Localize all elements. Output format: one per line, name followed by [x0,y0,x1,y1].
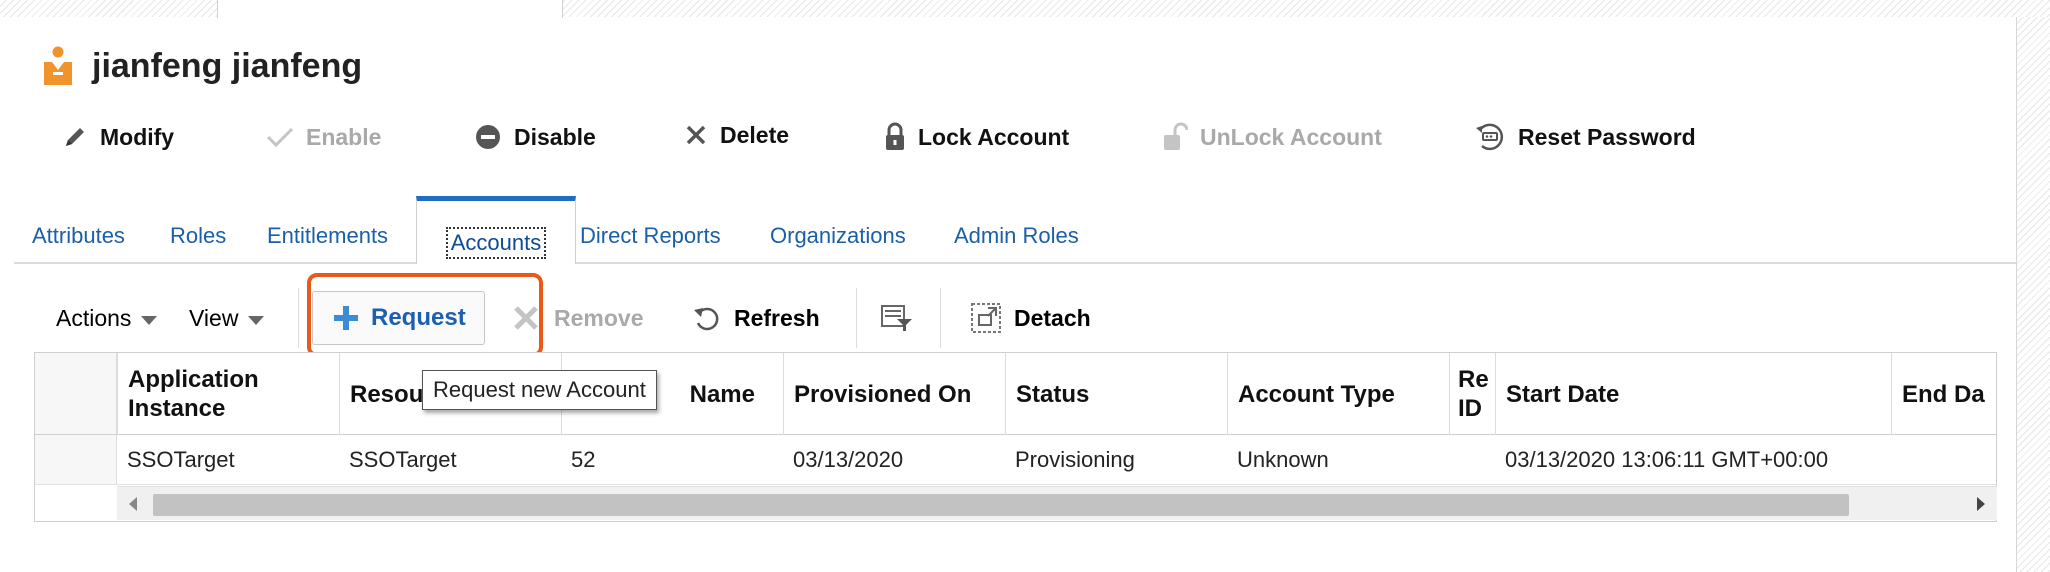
horizontal-scrollbar[interactable] [117,486,1997,520]
scroll-right-icon[interactable] [1977,497,1985,511]
request-highlight [307,273,543,357]
filter-icon [881,305,912,331]
toolbar-divider [856,288,857,348]
scroll-left-icon[interactable] [129,497,137,511]
chevron-down-icon [248,315,265,325]
row-selector[interactable] [35,435,117,484]
query-by-example-button[interactable] [880,288,914,348]
reset-password-button[interactable]: Reset Password [1474,120,1696,154]
cell-re-id [1449,435,1495,485]
cell-account-type: Unknown [1237,447,1329,472]
column-header-status[interactable]: Status [1005,353,1227,435]
header: jianfeng jianfeng [42,44,362,88]
accounts-table: Application Instance Resou Name Provision… [34,352,1997,522]
cell-application-instance: SSOTarget [127,447,235,472]
tab-bar: Attributes Roles Entitlements Accounts D… [14,196,2016,264]
detach-button[interactable]: Detach [970,288,1091,348]
scrollbar-thumb[interactable] [153,494,1849,516]
refresh-button[interactable]: Refresh [692,288,820,348]
cell-provisioned-on: 03/13/2020 [793,447,904,472]
cell-name: 52 [571,447,596,472]
person-icon [44,46,72,85]
tab-admin-roles[interactable]: Admin Roles [954,216,1079,256]
tab-direct-reports[interactable]: Direct Reports [580,216,721,256]
modify-button[interactable]: Modify [62,120,174,154]
table-row[interactable]: SSOTarget SSOTarget 52 03/13/2020 Provis… [35,435,1996,485]
tab-attributes[interactable]: Attributes [32,216,125,256]
column-header-end-date[interactable]: End Da [1891,353,1998,435]
cell-status: Provisioning [1015,447,1135,472]
column-header-account-type[interactable]: Account Type [1227,353,1449,435]
cell-start-date: 03/13/2020 13:06:11 GMT+00:00 [1505,447,1829,472]
cell-end-date [1891,435,1998,485]
table-header: Application Instance Resou Name Provision… [35,353,1996,435]
tab-organizations[interactable]: Organizations [770,216,906,256]
page-title: jianfeng jianfeng [92,46,363,85]
unlock-icon [1164,122,1188,150]
column-header-provisioned-on[interactable]: Provisioned On [783,353,1005,435]
lock-account-button[interactable]: Lock Account [884,120,1069,154]
column-header-application-instance[interactable]: Application Instance [117,353,339,435]
enable-button[interactable]: Enable [266,120,381,154]
delete-button[interactable]: Delete [684,118,789,152]
tab-entitlements[interactable]: Entitlements [267,216,388,256]
row-header-column [35,353,117,434]
tab-roles[interactable]: Roles [170,216,226,256]
pencil-icon [66,128,84,146]
x-icon [686,125,706,145]
column-header-re-id[interactable]: Re ID [1449,353,1495,435]
request-tooltip: Request new Account [422,370,657,410]
disable-button[interactable]: Disable [474,120,596,154]
right-edge-panel [2016,17,2050,572]
chevron-down-icon [141,315,158,325]
column-header-start-date[interactable]: Start Date [1495,353,1891,435]
detach-icon [971,303,1001,333]
lock-icon [886,122,904,150]
reset-password-icon [1476,123,1503,151]
top-open-tab[interactable] [217,0,563,18]
toolbar-divider [298,288,299,348]
toolbar-divider [940,288,941,348]
view-menu[interactable]: View [189,288,265,348]
minus-circle-icon [476,125,500,149]
actions-menu[interactable]: Actions [56,288,158,348]
refresh-icon [694,307,719,331]
checkmark-icon [266,127,294,148]
tab-accounts[interactable]: Accounts [416,196,576,264]
cell-resource: SSOTarget [349,447,457,472]
unlock-account-button[interactable]: UnLock Account [1162,120,1382,154]
